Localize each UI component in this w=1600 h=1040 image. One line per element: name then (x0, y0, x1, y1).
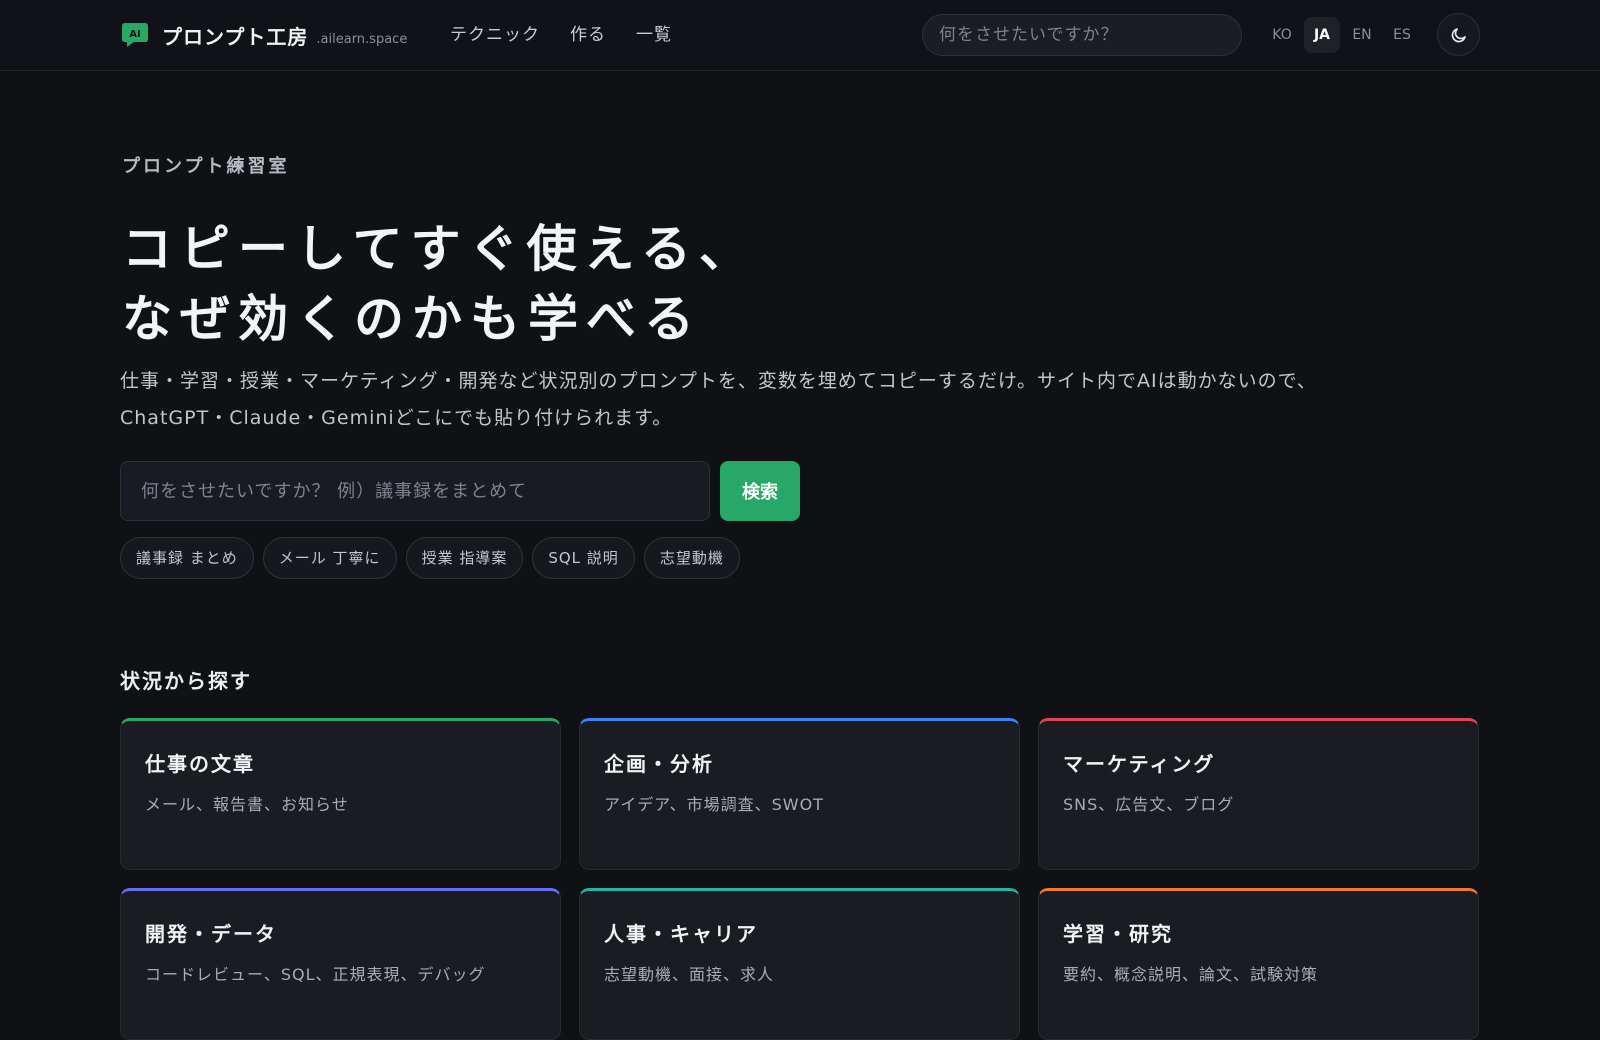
lang-es[interactable]: ES (1384, 17, 1420, 53)
ai-chat-logo-icon: AI (122, 23, 148, 47)
hero-desc-line1: 仕事・学習・授業・マーケティング・開発など状況別のプロンプトを、変数を埋めてコピ… (120, 370, 1317, 392)
nav-list[interactable]: 一覧 (636, 20, 672, 45)
main-nav: テクニック 作る 一覧 (450, 20, 672, 45)
svg-text:AI: AI (129, 29, 140, 40)
hero-description: 仕事・学習・授業・マーケティング・開発など状況別のプロンプトを、変数を埋めてコピ… (120, 363, 1500, 437)
category-card-title: マーケティング (1063, 752, 1216, 776)
category-card-planning[interactable]: 企画・分析 アイデア、市場調査、SWOT (579, 718, 1020, 870)
section-title-categories: 状況から探す (120, 669, 252, 693)
nav-create[interactable]: 作る (570, 20, 606, 45)
hero-search-input[interactable] (120, 461, 710, 521)
nav-techniques[interactable]: テクニック (450, 20, 540, 45)
category-card-dev-data[interactable]: 開発・データ コードレビュー、SQL、正規表現、デバッグ (120, 888, 561, 1040)
hero-title: コピーしてすぐ使える、 なぜ効くのかも学べる (122, 214, 1022, 354)
brand[interactable]: AI プロンプト工房 .ailearn.space (120, 18, 407, 52)
category-card-subtitle: 志望動機、面接、求人 (604, 965, 775, 984)
hero-title-line1: コピーしてすぐ使える、 (122, 220, 757, 278)
category-card-title: 企画・分析 (604, 752, 714, 776)
chip-polite-email[interactable]: メール 丁寧に (262, 537, 397, 579)
category-card-hr-career[interactable]: 人事・キャリア 志望動機、面接、求人 (579, 888, 1020, 1040)
category-card-subtitle: メール、報告書、お知らせ (145, 795, 349, 814)
lang-en[interactable]: EN (1344, 17, 1380, 53)
category-card-subtitle: 要約、概念説明、論文、試験対策 (1063, 965, 1319, 984)
category-grid: 仕事の文章 メール、報告書、お知らせ 企画・分析 アイデア、市場調査、SWOT … (120, 718, 1480, 1040)
category-card-title: 学習・研究 (1063, 922, 1173, 946)
category-card-title: 開発・データ (145, 922, 277, 946)
category-card-work-writing[interactable]: 仕事の文章 メール、報告書、お知らせ (120, 718, 561, 870)
hero-desc-line2: ChatGPT・Claude・Geminiどこにでも貼り付けられます。 (120, 407, 673, 429)
category-card-title: 仕事の文章 (145, 752, 255, 776)
chip-lesson-plan[interactable]: 授業 指導案 (405, 537, 524, 579)
category-card-subtitle: コードレビュー、SQL、正規表現、デバッグ (145, 965, 486, 984)
hero-eyebrow: プロンプト練習室 (122, 156, 290, 177)
chip-minutes-summary[interactable]: 議事録 まとめ (120, 537, 254, 579)
category-card-subtitle: SNS、広告文、ブログ (1063, 795, 1235, 814)
chip-motivation[interactable]: 志望動機 (643, 537, 740, 579)
category-card-marketing[interactable]: マーケティング SNS、広告文、ブログ (1038, 718, 1479, 870)
theme-toggle-button[interactable] (1437, 13, 1480, 56)
search-button[interactable]: 検索 (720, 461, 800, 521)
brand-domain: .ailearn.space (316, 31, 408, 47)
category-card-study-research[interactable]: 学習・研究 要約、概念説明、論文、試験対策 (1038, 888, 1479, 1040)
header-search-input[interactable] (922, 14, 1242, 56)
top-header: AI プロンプト工房 .ailearn.space テクニック 作る 一覧 KO… (0, 0, 1600, 71)
lang-ko[interactable]: KO (1264, 17, 1300, 53)
moon-icon (1451, 27, 1466, 42)
language-switcher: KO JA EN ES (1264, 17, 1420, 53)
category-card-title: 人事・キャリア (604, 922, 758, 946)
chip-sql-explain[interactable]: SQL 説明 (532, 537, 635, 579)
brand-name: プロンプト工房 (162, 24, 309, 49)
hero-title-line2: なぜ効くのかも学べる (122, 290, 702, 348)
category-card-subtitle: アイデア、市場調査、SWOT (604, 795, 824, 814)
lang-ja[interactable]: JA (1304, 17, 1340, 53)
suggestion-chips: 議事録 まとめ メール 丁寧に 授業 指導案 SQL 説明 志望動機 (120, 537, 740, 579)
